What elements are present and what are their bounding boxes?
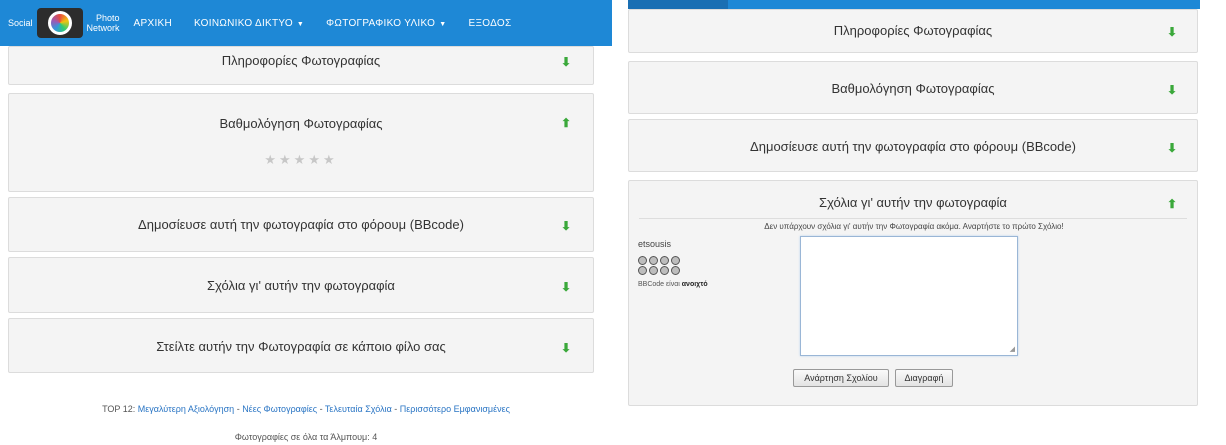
smiley-icon[interactable] <box>660 266 669 275</box>
panel-title: Δημοσίευσε αυτή την φωτογραφία στο φόρου… <box>750 139 1076 154</box>
screenshot-composite: Social Photo Network ΑΡΧΙΚΗ ΚΟΙΝΩΝΙΚΟ ΔΙ… <box>0 0 1226 445</box>
top-navbar-edge <box>628 0 1200 9</box>
delete-button[interactable]: Διαγραφή <box>895 369 953 387</box>
navbar-brand-stub <box>628 0 728 9</box>
smiley-palette <box>638 256 686 276</box>
panel-photo-info[interactable]: Πληροφορίες Φωτογραφίας ⬇ <box>628 9 1198 53</box>
albums-count: Φωτογραφίες σε όλα τα Άλμπουμ: 4 <box>234 432 378 442</box>
nav-item-logout[interactable]: ΕΞΟΔΟΣ <box>469 18 512 29</box>
smiley-icon[interactable] <box>660 256 669 265</box>
separator: - <box>391 404 400 414</box>
top12-links: TOP 12: Μεγαλύτερη Αξιολόγηση - Νέες Φωτ… <box>0 404 612 414</box>
separator: - <box>234 404 243 414</box>
left-pane: Social Photo Network ΑΡΧΙΚΗ ΚΟΙΝΩΝΙΚΟ ΔΙ… <box>0 0 612 445</box>
separator: - <box>317 404 325 414</box>
panel-title: Σχόλια γι' αυτήν την φωτογραφία <box>207 278 395 293</box>
rating-stars[interactable]: ★★★★★ <box>9 152 593 168</box>
nav-item-label: ΚΟΙΝΩΝΙΚΟ ΔΙΚΤΥΟ <box>194 17 293 29</box>
panel-title: Δημοσίευσε αυτή την φωτογραφία στο φόρου… <box>138 217 464 232</box>
arrow-down-icon[interactable]: ⬇ <box>561 341 571 355</box>
arrow-down-icon[interactable]: ⬇ <box>1167 141 1177 155</box>
panel-title[interactable]: Σχόλια γι' αυτήν την φωτογραφία <box>629 195 1197 210</box>
bbcode-state: ανοιχτό <box>681 281 708 288</box>
panel-title: Βαθμολόγηση Φωτογραφίας <box>831 81 995 96</box>
smiley-icon[interactable] <box>671 266 680 275</box>
brand-social-text: Social <box>8 18 33 28</box>
arrow-down-icon[interactable]: ⬇ <box>561 280 571 294</box>
link-most-viewed[interactable]: Περισσότερο Εμφανισμένες <box>400 404 510 414</box>
arrow-down-icon[interactable]: ⬇ <box>561 55 571 69</box>
post-comment-button[interactable]: Ανάρτηση Σχολίου <box>793 369 889 387</box>
link-new-photos[interactable]: Νέες Φωτογραφίες <box>242 404 317 414</box>
brand-photo-line2: Network <box>86 23 120 33</box>
panel-publish-bbcode[interactable]: Δημοσίευσε αυτή την φωτογραφία στο φόρου… <box>8 197 594 252</box>
nav-item-home[interactable]: ΑΡΧΙΚΗ <box>134 18 172 29</box>
panel-title: Πληροφορίες Φωτογραφίας <box>221 53 381 68</box>
top-navbar: Social Photo Network ΑΡΧΙΚΗ ΚΟΙΝΩΝΙΚΟ ΔΙ… <box>0 0 612 46</box>
panel-send-to-friend[interactable]: Στείλτε αυτήν την Φωτογραφία σε κάποιο φ… <box>8 318 594 373</box>
caret-down-icon: ▼ <box>439 20 447 28</box>
no-comments-message: Δεν υπάρχουν σχόλια γι' αυτήν την Φωτογρ… <box>764 222 1064 231</box>
brand-photo-text: Photo Network <box>87 13 120 33</box>
camera-logo-icon <box>36 8 83 38</box>
nav-item-label: ΕΞΟΔΟΣ <box>468 17 512 29</box>
panel-title: Βαθμολόγηση Φωτογραφίας <box>219 116 383 131</box>
brand-logo-link[interactable]: Social Photo Network <box>0 0 120 46</box>
link-highest-rated[interactable]: Μεγαλύτερη Αξιολόγηση <box>138 404 234 414</box>
panel-photo-info[interactable]: Πληροφορίες Φωτογραφίας ⬇ <box>8 46 594 85</box>
smiley-icon[interactable] <box>638 256 647 265</box>
divider <box>639 218 1187 219</box>
panel-title: Πληροφορίες Φωτογραφίας <box>833 23 993 38</box>
smiley-icon[interactable] <box>649 266 658 275</box>
right-pane: Πληροφορίες Φωτογραφίας ⬇ Βαθμολόγηση Φω… <box>628 0 1200 445</box>
caret-down-icon: ▼ <box>296 20 305 28</box>
panel-photo-rating[interactable]: Βαθμολόγηση Φωτογραφίας ⬆ ★★★★★ <box>8 93 594 192</box>
bbcode-status: BBCode είναι ανοιχτό <box>638 281 708 288</box>
arrow-down-icon[interactable]: ⬇ <box>561 219 571 233</box>
panel-publish-bbcode[interactable]: Δημοσίευσε αυτή την φωτογραφία στο φόρου… <box>628 119 1198 172</box>
arrow-up-icon[interactable]: ⬆ <box>1167 197 1177 211</box>
arrow-down-icon[interactable]: ⬇ <box>1167 25 1177 39</box>
smiley-icon[interactable] <box>671 256 680 265</box>
brand-photo-line1: Photo <box>96 13 120 23</box>
nav-item-label: ΑΡΧΙΚΗ <box>133 17 173 29</box>
comment-author: etsousis <box>638 239 672 249</box>
nav-item-label: ΦΩΤΟΓΡΑΦΙΚΟ ΥΛΙΚΟ <box>326 17 436 29</box>
link-latest-comments[interactable]: Τελευταία Σχόλια <box>325 404 392 414</box>
comment-textarea[interactable]: ◢ <box>800 236 1018 356</box>
panel-title: Στείλτε αυτήν την Φωτογραφία σε κάποιο φ… <box>156 339 446 354</box>
resize-handle-icon[interactable]: ◢ <box>1010 345 1015 353</box>
arrow-up-icon[interactable]: ⬆ <box>561 116 571 130</box>
smiley-icon[interactable] <box>638 266 647 275</box>
panel-comments[interactable]: Σχόλια γι' αυτήν την φωτογραφία ⬇ <box>8 257 594 313</box>
nav-menu: ΑΡΧΙΚΗ ΚΟΙΝΩΝΙΚΟ ΔΙΚΤΥΟ ▼ ΦΩΤΟΓΡΑΦΙΚΟ ΥΛΙ… <box>134 18 534 29</box>
bbcode-label: BBCode είναι <box>638 281 680 288</box>
panel-photo-rating[interactable]: Βαθμολόγηση Φωτογραφίας ⬇ <box>628 61 1198 114</box>
arrow-down-icon[interactable]: ⬇ <box>1167 83 1177 97</box>
nav-item-photo-material[interactable]: ΦΩΤΟΓΡΑΦΙΚΟ ΥΛΙΚΟ ▼ <box>326 18 446 29</box>
top12-label: TOP 12: <box>102 404 136 414</box>
nav-item-social-network[interactable]: ΚΟΙΝΩΝΙΚΟ ΔΙΚΤΥΟ ▼ <box>194 18 304 29</box>
smiley-icon[interactable] <box>649 256 658 265</box>
